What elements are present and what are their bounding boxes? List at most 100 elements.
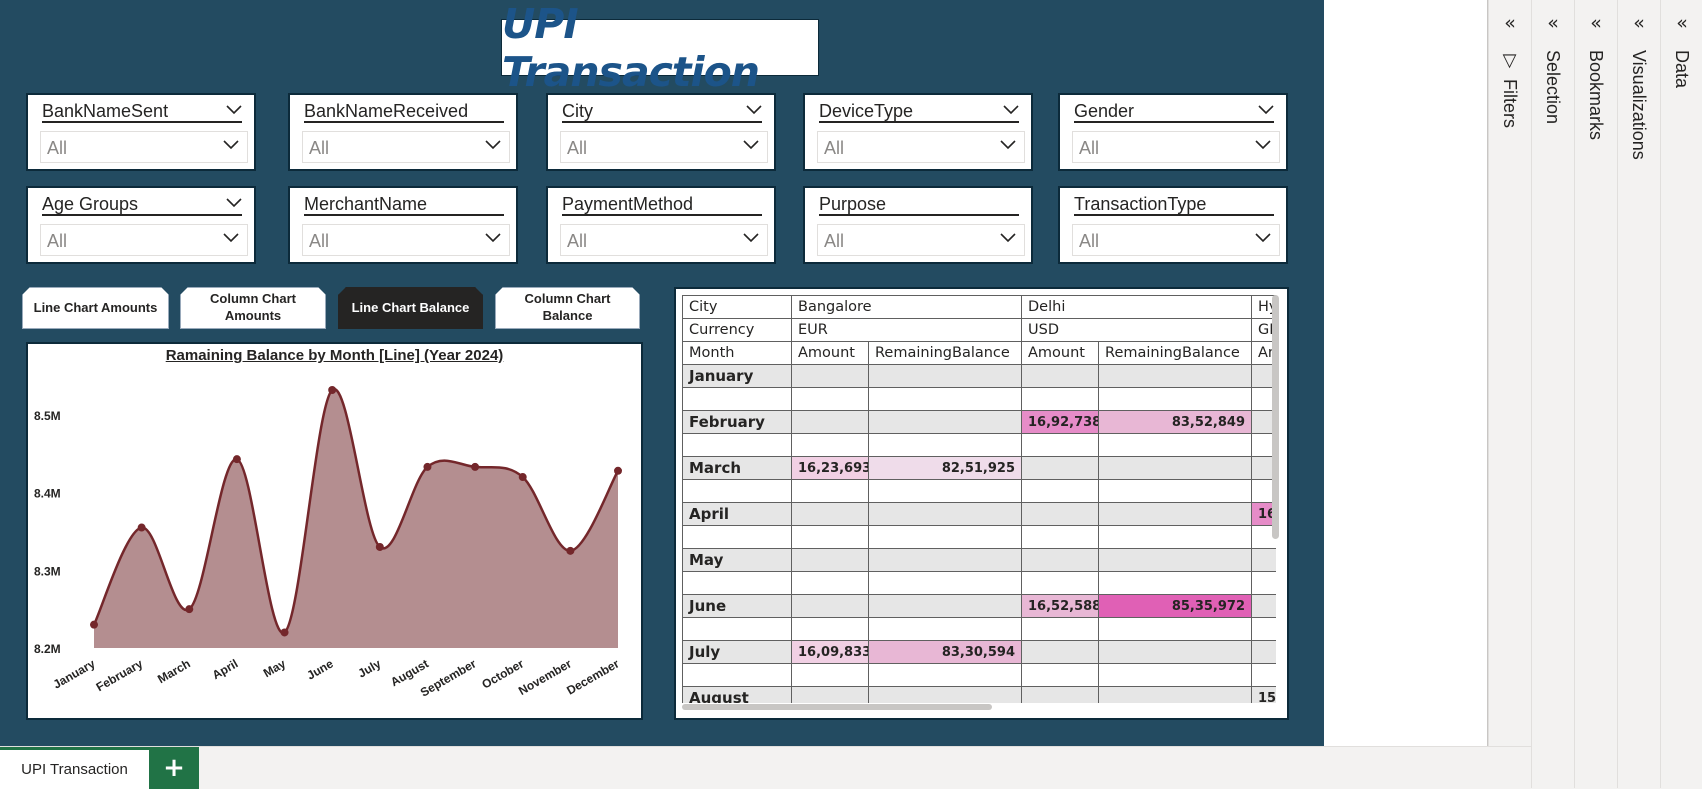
chevron-down-icon[interactable] — [1000, 137, 1016, 154]
chevron-down-icon[interactable] — [1003, 105, 1019, 115]
chevron-down-icon[interactable] — [743, 140, 759, 150]
slicer-merchantname[interactable]: MerchantName All — [288, 186, 518, 264]
data-point-december[interactable] — [614, 466, 622, 475]
slicer-dropdown[interactable]: All — [1072, 131, 1280, 163]
chevron-down-icon[interactable] — [223, 233, 239, 243]
matrix-row-january[interactable]: January — [682, 364, 1276, 388]
data-point-august[interactable] — [423, 462, 432, 471]
chevron-down-icon[interactable] — [223, 230, 239, 247]
chevron-down-icon[interactable] — [1255, 230, 1271, 247]
chevron-down-icon[interactable] — [1000, 230, 1016, 247]
pane-selection[interactable]: « Selection — [1531, 0, 1574, 788]
slicer-banknamereceived[interactable]: BankNameReceived All — [288, 93, 518, 171]
matrix-row-march[interactable]: March 16,23,693 82,51,925 — [682, 456, 1276, 480]
chevron-down-icon[interactable] — [1000, 140, 1016, 150]
matrix-horizontal-scrollbar[interactable] — [682, 704, 992, 710]
transactions-matrix[interactable]: CityBangaloreDelhiHyCurrencyEURUSDGEMont… — [674, 287, 1289, 720]
plus-icon: + — [163, 753, 185, 783]
matrix-empty-cell — [791, 387, 869, 411]
matrix-vertical-scrollbar[interactable] — [1272, 295, 1279, 539]
chevron-down-icon[interactable] — [226, 198, 242, 208]
toggle-line-chart-amounts-button[interactable]: Line Chart Amounts — [22, 287, 169, 329]
chevron-down-icon[interactable] — [1255, 137, 1271, 154]
matrix-row-august[interactable]: August 15 — [682, 686, 1276, 703]
matrix-row-july[interactable]: July 16,09,833 83,30,594 — [682, 640, 1276, 664]
chevron-down-icon[interactable] — [223, 140, 239, 150]
toggle-line-chart-balance-button[interactable]: Line Chart Balance — [338, 287, 483, 329]
data-point-january[interactable] — [90, 620, 98, 629]
balance-line-chart[interactable]: Ramaining Balance by Month [Line] (Year … — [26, 342, 643, 720]
slicer-dropdown[interactable]: All — [1072, 224, 1280, 256]
matrix-row-may[interactable]: May — [682, 548, 1276, 572]
slicer-devicetype[interactable]: DeviceType All — [803, 93, 1033, 171]
slicer-dropdown[interactable]: All — [560, 131, 768, 163]
chevron-down-icon[interactable] — [1255, 233, 1271, 243]
chevron-down-icon[interactable] — [1258, 102, 1274, 118]
data-point-july[interactable] — [375, 542, 384, 551]
slicer-transactiontype[interactable]: TransactionType All — [1058, 186, 1288, 264]
chevron-down-icon[interactable] — [226, 195, 242, 211]
pane-label-text: Data — [1672, 50, 1692, 89]
slicer-purpose[interactable]: Purpose All — [803, 186, 1033, 264]
matrix-empty-cell — [791, 479, 869, 503]
slicer-dropdown[interactable]: All — [817, 131, 1025, 163]
data-point-april[interactable] — [232, 455, 241, 464]
slicer-dropdown[interactable]: All — [302, 131, 510, 163]
pane-filters[interactable]: « ▽ Filters — [1488, 0, 1531, 788]
chevron-down-icon[interactable] — [1000, 233, 1016, 243]
page-tab-upi-transaction[interactable]: UPI Transaction — [0, 747, 149, 789]
slicer-dropdown[interactable]: All — [817, 224, 1025, 256]
slicer-age-groups[interactable]: Age Groups All — [26, 186, 256, 264]
data-point-march[interactable] — [185, 605, 194, 614]
matrix-row-june[interactable]: June 16,52,588 85,35,972 — [682, 594, 1276, 618]
toggle-column-chart-balance-button[interactable]: Column Chart Balance — [495, 287, 640, 329]
matrix-row-april[interactable]: April 16 — [682, 502, 1276, 526]
matrix-value-cell — [867, 548, 1023, 572]
slicer-banknamesent[interactable]: BankNameSent All — [26, 93, 256, 171]
add-page-button[interactable]: + — [149, 747, 199, 789]
chevron-down-icon[interactable] — [485, 233, 501, 243]
slicer-header-label: PaymentMethod — [562, 194, 694, 214]
chevron-down-icon[interactable] — [746, 105, 762, 115]
pane-label-text: Selection — [1543, 50, 1563, 125]
data-point-november[interactable] — [566, 546, 575, 555]
matrix-row-february[interactable]: February 16,92,738 83,52,849 — [682, 410, 1276, 434]
slicer-dropdown[interactable]: All — [40, 224, 248, 256]
chevron-down-icon[interactable] — [223, 137, 239, 154]
matrix-value-cell: 83,30,594 — [867, 640, 1023, 664]
chevron-down-icon[interactable] — [485, 137, 501, 154]
slicer-value: All — [567, 138, 588, 158]
chevron-down-icon[interactable] — [1003, 102, 1019, 118]
double-chevron-left-icon[interactable]: « — [1661, 12, 1702, 34]
chevron-down-icon[interactable] — [485, 140, 501, 150]
chevron-down-icon[interactable] — [743, 233, 759, 243]
slicer-dropdown[interactable]: All — [302, 224, 510, 256]
pane-bookmarks[interactable]: « Bookmarks — [1574, 0, 1617, 788]
pane-visualizations[interactable]: « Visualizations — [1617, 0, 1660, 788]
data-point-may[interactable] — [280, 628, 289, 637]
data-point-october[interactable] — [518, 473, 527, 482]
chevron-down-icon[interactable] — [485, 230, 501, 247]
slicer-dropdown[interactable]: All — [40, 131, 248, 163]
chevron-down-icon[interactable] — [746, 102, 762, 118]
chevron-down-icon[interactable] — [1255, 140, 1271, 150]
slicer-gender[interactable]: Gender All — [1058, 93, 1288, 171]
data-point-june[interactable] — [328, 385, 337, 394]
data-point-february[interactable] — [137, 523, 146, 532]
chevron-down-icon[interactable] — [1258, 105, 1274, 115]
slicer-dropdown[interactable]: All — [560, 224, 768, 256]
double-chevron-left-icon[interactable]: « — [1575, 12, 1617, 34]
chevron-down-icon[interactable] — [226, 102, 242, 118]
slicer-city[interactable]: City All — [546, 93, 776, 171]
double-chevron-left-icon[interactable]: « — [1532, 12, 1574, 34]
pane-data[interactable]: « Data — [1660, 0, 1702, 788]
slicer-paymentmethod[interactable]: PaymentMethod All — [546, 186, 776, 264]
chevron-down-icon[interactable] — [743, 137, 759, 154]
double-chevron-left-icon[interactable]: « — [1489, 12, 1531, 34]
chevron-down-icon[interactable] — [226, 105, 242, 115]
slicer-header-label: Age Groups — [42, 194, 139, 214]
chevron-down-icon[interactable] — [743, 230, 759, 247]
double-chevron-left-icon[interactable]: « — [1618, 12, 1660, 34]
data-point-september[interactable] — [471, 462, 480, 471]
toggle-column-chart-amounts-button[interactable]: Column Chart Amounts — [180, 287, 326, 329]
